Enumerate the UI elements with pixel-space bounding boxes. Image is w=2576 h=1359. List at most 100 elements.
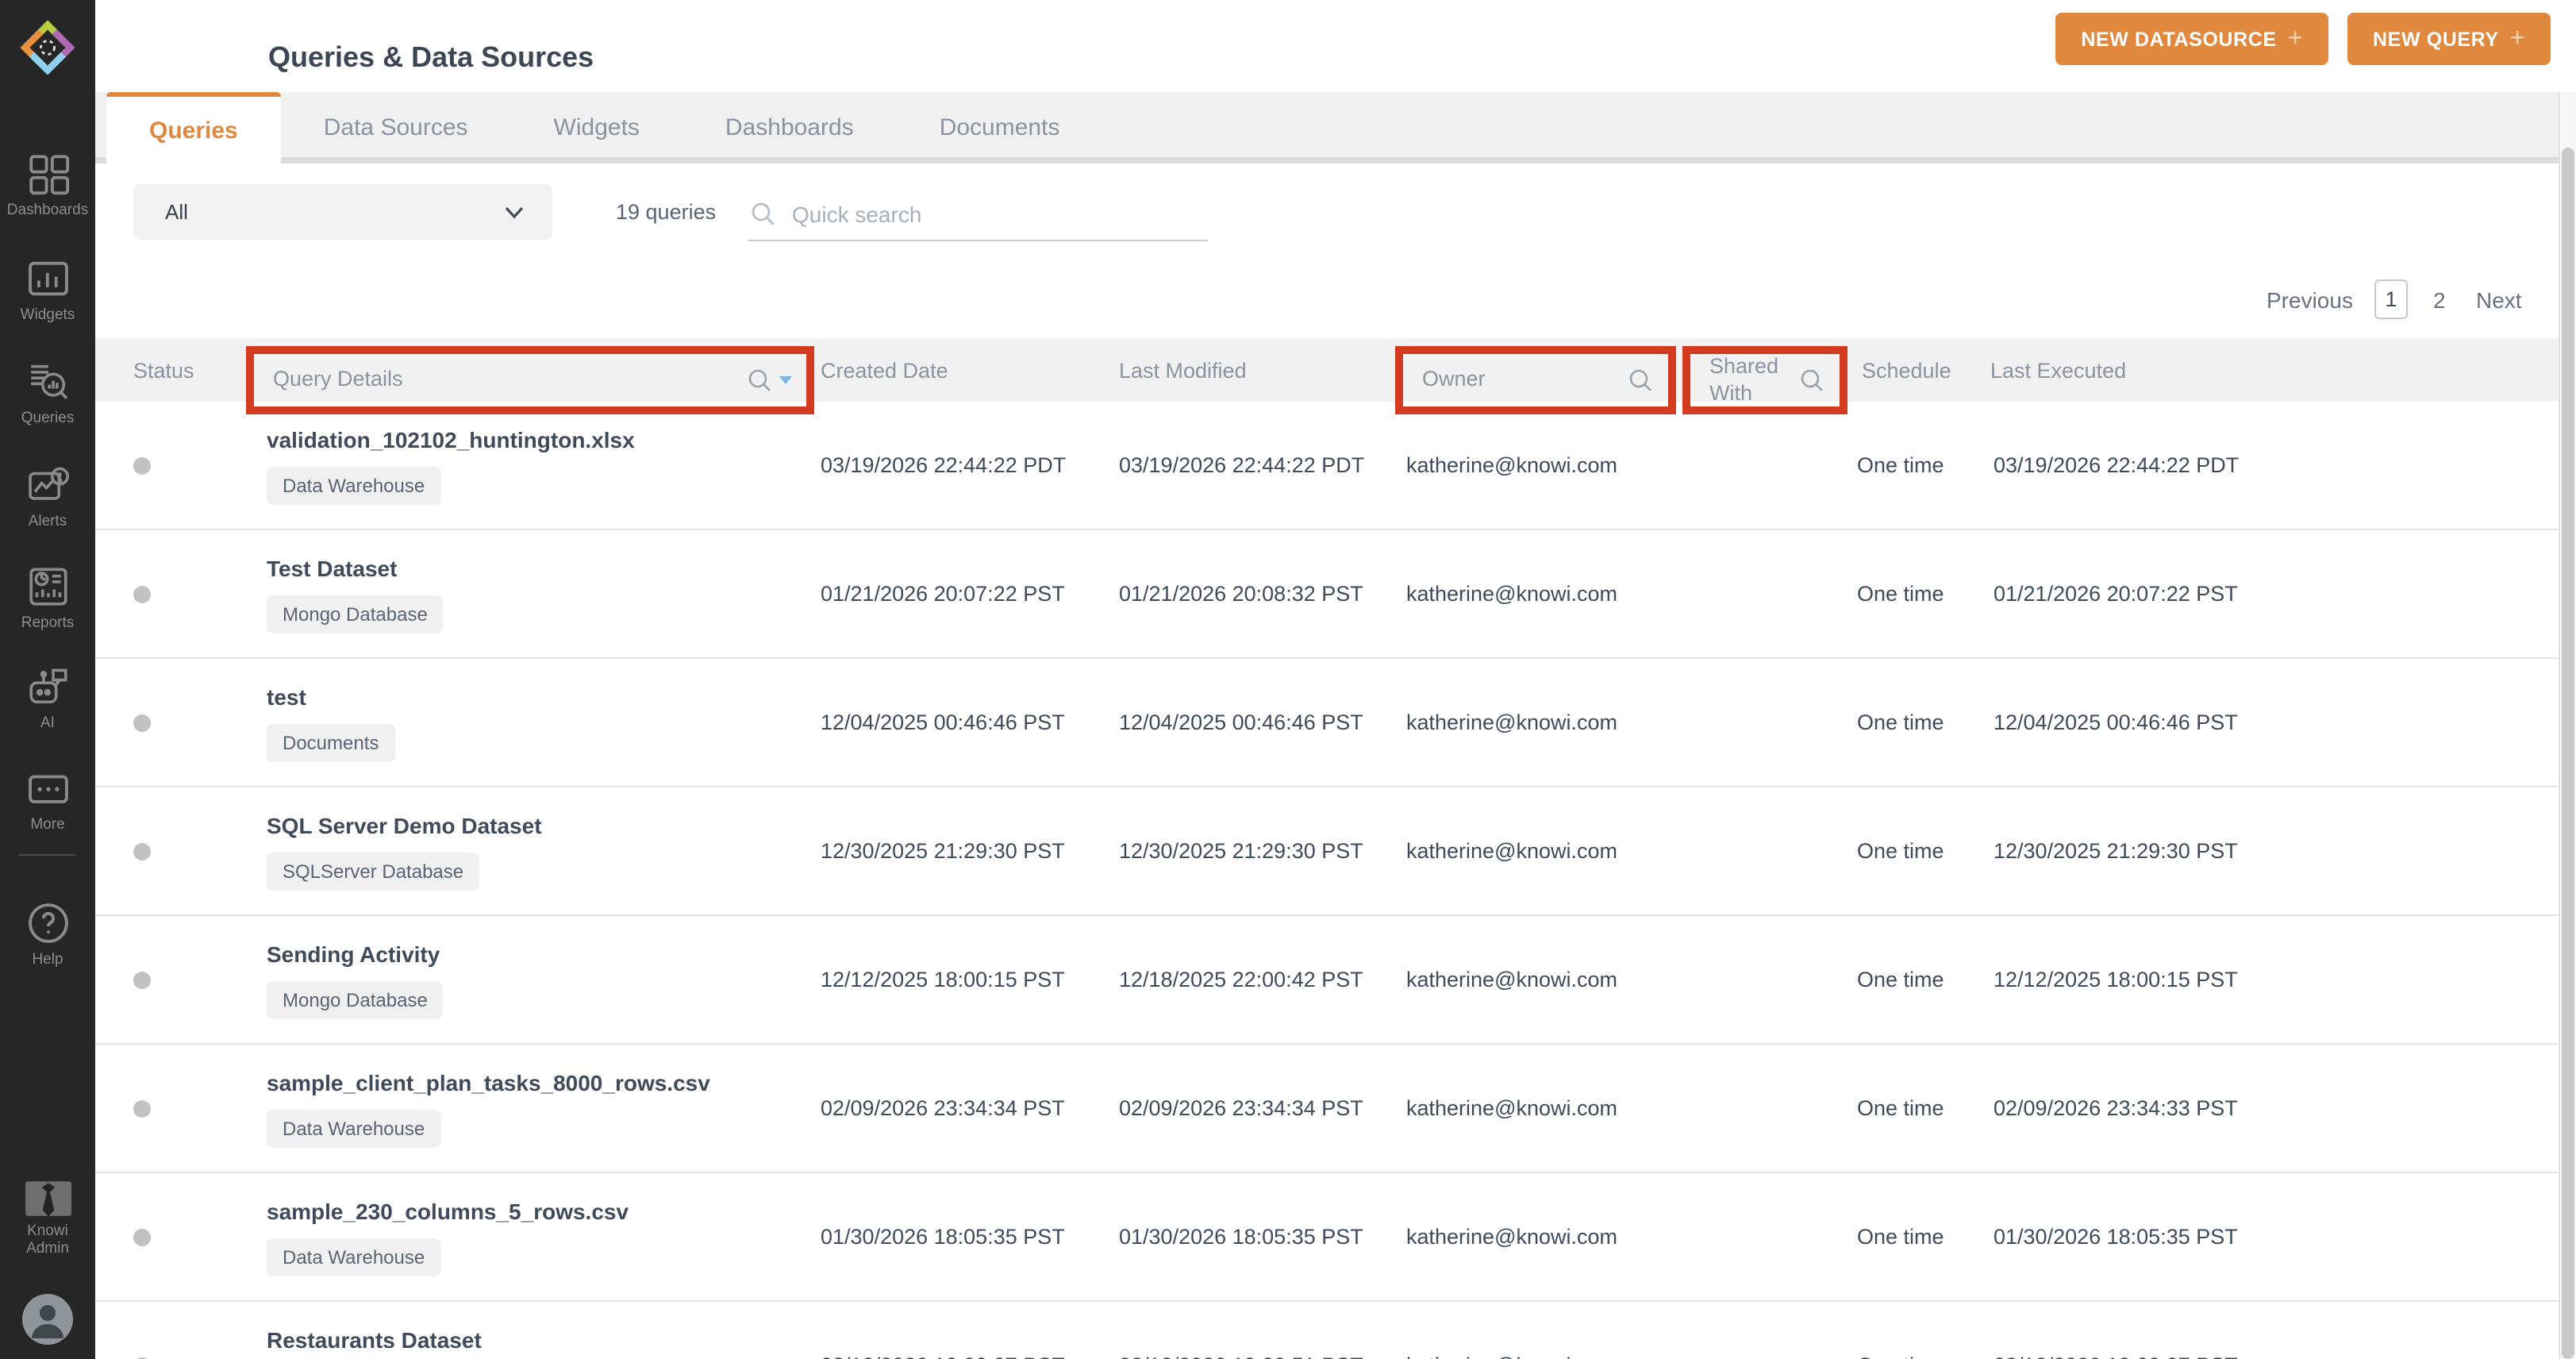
query-name-link[interactable]: validation_102102_huntington.xlsx xyxy=(267,427,635,452)
schedule-cell: One time xyxy=(1857,1225,1944,1249)
search-icon[interactable] xyxy=(1628,368,1654,393)
created-date-cell: 12/04/2025 00:46:46 PST xyxy=(821,710,1065,734)
table-row[interactable]: SQL Server Demo Dataset SQLServer Databa… xyxy=(95,787,2559,916)
table-row[interactable]: Sending Activity Mongo Database 12/12/20… xyxy=(95,916,2559,1045)
tab-dashboards[interactable]: Dashboards xyxy=(682,92,897,164)
table-row[interactable]: sample_230_columns_5_rows.csv Data Wareh… xyxy=(95,1173,2559,1302)
last-modified-cell: 12/04/2025 00:46:46 PST xyxy=(1119,710,1363,734)
owner-cell: katherine@knowi.com xyxy=(1406,710,1617,734)
queries-search-icon xyxy=(25,359,71,405)
column-header-query-details-highlighted[interactable]: Query Details xyxy=(246,346,814,414)
table-header: Status Query Details Created Date Last M… xyxy=(95,338,2559,402)
last-modified-cell: 12/30/2025 21:29:30 PST xyxy=(1119,839,1363,863)
query-name-link[interactable]: test xyxy=(267,684,306,710)
tab-widgets[interactable]: Widgets xyxy=(511,92,682,164)
status-dot xyxy=(133,1228,151,1245)
quick-search xyxy=(748,187,1208,241)
chevron-down-icon xyxy=(505,206,524,219)
table-row[interactable]: Restaurants Dataset 03/12/2026 19:00:07 … xyxy=(95,1302,2559,1359)
sidebar-item-account[interactable]: KnowiAdmin xyxy=(0,1180,95,1259)
widgets-chart-icon xyxy=(25,256,71,302)
sidebar-item-more[interactable]: More xyxy=(0,765,95,835)
type-filter-value: All xyxy=(165,200,188,224)
owner-cell: katherine@knowi.com xyxy=(1406,968,1617,991)
column-header-label: Query Details xyxy=(273,367,748,394)
column-header-shared-with-highlighted[interactable]: Shared With xyxy=(1682,346,1847,414)
created-date-cell: 03/19/2026 22:44:22 PDT xyxy=(821,453,1066,477)
schedule-cell: One time xyxy=(1857,1353,1944,1359)
status-dot xyxy=(133,842,151,860)
sidebar-item-widgets[interactable]: Widgets xyxy=(0,256,95,325)
created-date-cell: 02/09/2026 23:34:34 PST xyxy=(821,1096,1065,1120)
scrollbar-thumb[interactable] xyxy=(2562,148,2574,1359)
last-executed-cell: 01/30/2026 18:05:35 PST xyxy=(1994,1225,2238,1249)
last-executed-cell: 12/12/2025 18:00:15 PST xyxy=(1994,968,2238,991)
result-count: 19 queries xyxy=(616,200,716,224)
user-avatar-icon xyxy=(21,1292,75,1346)
owner-cell: katherine@knowi.com xyxy=(1406,1096,1617,1120)
sidebar-label: Alerts xyxy=(29,514,67,532)
knowi-logo[interactable] xyxy=(0,16,95,79)
query-name-link[interactable]: Restaurants Dataset xyxy=(267,1327,482,1353)
sidebar-label: AI xyxy=(40,716,55,733)
datasource-type-badge: Data Warehouse xyxy=(267,1238,440,1276)
column-header-label: Owner xyxy=(1422,367,1628,394)
last-modified-cell: 01/21/2026 20:08:32 PST xyxy=(1119,582,1363,606)
knowi-logo-icon xyxy=(16,16,79,79)
tab-documents[interactable]: Documents xyxy=(897,92,1103,164)
pagination-page-1[interactable]: 1 xyxy=(2374,279,2408,319)
query-name-link[interactable]: Test Dataset xyxy=(267,556,397,581)
pagination-previous[interactable]: Previous xyxy=(2266,287,2353,313)
owner-cell: katherine@knowi.com xyxy=(1406,453,1617,477)
schedule-cell: One time xyxy=(1857,453,1944,477)
table-row[interactable]: test Documents 12/04/2025 00:46:46 PST 1… xyxy=(95,659,2559,787)
type-filter-dropdown[interactable]: All xyxy=(133,184,552,240)
caret-down-icon[interactable] xyxy=(779,376,792,384)
column-header-last-executed: Last Executed xyxy=(1990,338,2126,402)
query-name-link[interactable]: sample_230_columns_5_rows.csv xyxy=(267,1199,629,1224)
table-row[interactable]: Test Dataset Mongo Database 01/21/2026 2… xyxy=(95,530,2559,659)
owner-cell: katherine@knowi.com xyxy=(1406,582,1617,606)
status-dot xyxy=(133,714,151,731)
table-row[interactable]: validation_102102_huntington.xlsx Data W… xyxy=(95,402,2559,530)
sidebar-label: Help xyxy=(32,953,63,970)
created-date-cell: 01/21/2026 20:07:22 PST xyxy=(821,582,1065,606)
datasource-type-badge: SQLServer Database xyxy=(267,853,479,891)
sidebar-item-dashboards[interactable]: Dashboards xyxy=(0,151,95,221)
tab-queries[interactable]: Queries xyxy=(106,92,281,164)
sidebar-label: Widgets xyxy=(21,308,75,325)
column-header-created-date: Created Date xyxy=(821,338,948,402)
search-icon[interactable] xyxy=(748,368,773,393)
table-row[interactable]: sample_client_plan_tasks_8000_rows.csv D… xyxy=(95,1045,2559,1173)
sidebar-item-alerts[interactable]: Alerts xyxy=(0,462,95,532)
last-modified-cell: 03/19/2026 22:44:22 PDT xyxy=(1119,453,1364,477)
last-executed-cell: 12/30/2025 21:29:30 PST xyxy=(1994,839,2238,863)
query-name-link[interactable]: Sending Activity xyxy=(267,941,440,967)
datasource-type-badge: Data Warehouse xyxy=(267,1110,440,1148)
user-avatar[interactable] xyxy=(0,1292,95,1346)
created-date-cell: 12/12/2025 18:00:15 PST xyxy=(821,968,1065,991)
pagination-next[interactable]: Next xyxy=(2476,287,2522,313)
quick-search-input[interactable] xyxy=(748,187,1208,240)
schedule-cell: One time xyxy=(1857,968,1944,991)
tab-data-sources[interactable]: Data Sources xyxy=(281,92,511,164)
column-header-owner-highlighted[interactable]: Owner xyxy=(1395,346,1676,414)
sidebar-item-reports[interactable]: Reports xyxy=(0,564,95,633)
search-icon[interactable] xyxy=(1800,368,1825,393)
query-name-link[interactable]: SQL Server Demo Dataset xyxy=(267,813,542,838)
owner-cell: katherine@knowi.com xyxy=(1406,1225,1617,1249)
new-query-button[interactable]: NEW QUERY + xyxy=(2347,13,2551,65)
query-name-link[interactable]: sample_client_plan_tasks_8000_rows.csv xyxy=(267,1070,710,1095)
owner-cell: katherine@knowi.com xyxy=(1406,1353,1617,1359)
datasource-type-badge: Documents xyxy=(267,724,394,762)
created-date-cell: 12/30/2025 21:29:30 PST xyxy=(821,839,1065,863)
sidebar-item-ai[interactable]: AI xyxy=(0,664,95,733)
new-datasource-button[interactable]: NEW DATASOURCE + xyxy=(2055,13,2328,65)
sidebar-item-queries[interactable]: Queries xyxy=(0,359,95,429)
plus-icon: + xyxy=(2510,26,2525,52)
schedule-cell: One time xyxy=(1857,1096,1944,1120)
schedule-cell: One time xyxy=(1857,582,1944,606)
sidebar-item-help[interactable]: Help xyxy=(0,900,95,970)
pagination-page-2[interactable]: 2 xyxy=(2433,287,2446,313)
sidebar-label: Queries xyxy=(21,411,75,429)
